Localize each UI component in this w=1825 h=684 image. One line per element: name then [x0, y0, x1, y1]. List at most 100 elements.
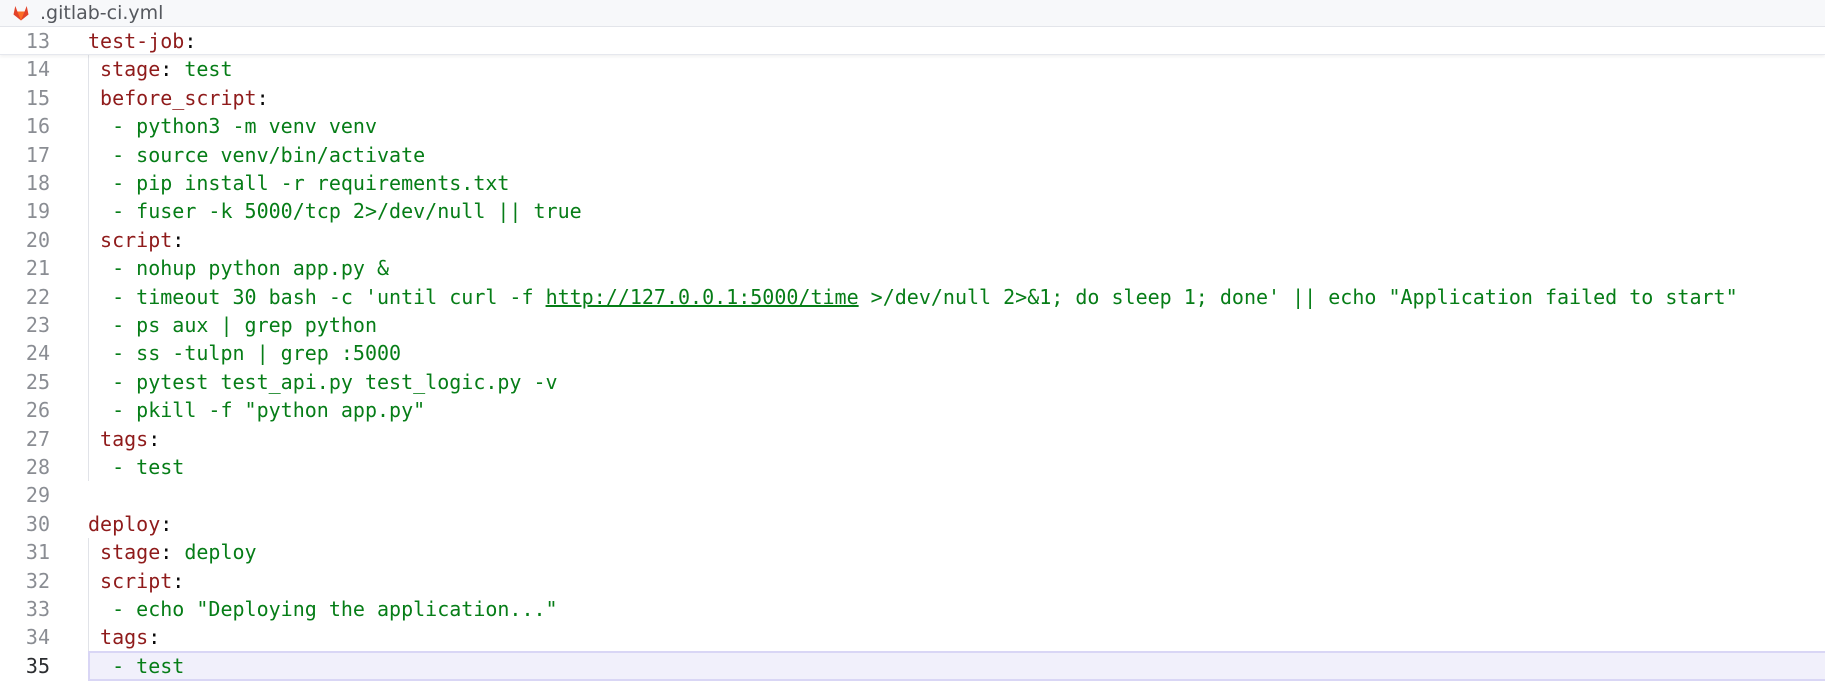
line-number: 35: [25, 653, 50, 678]
yaml-key: stage: [88, 57, 161, 82]
code-token: test: [184, 57, 233, 82]
line-number: 16: [25, 114, 50, 139]
line-content: - timeout 30 bash -c 'until curl -f http…: [88, 283, 1738, 311]
code-token: - fuser -k 5000/tcp 2>/dev/null || true: [88, 199, 582, 224]
line-number: 15: [25, 85, 50, 110]
yaml-key: tags: [88, 426, 149, 451]
code-line[interactable]: 35 - test: [0, 652, 1825, 680]
code-line[interactable]: 13 test-job:: [0, 27, 1825, 55]
code-token: :: [160, 511, 173, 536]
line-number: 30: [25, 511, 50, 536]
line-content: - fuser -k 5000/tcp 2>/dev/null || true: [88, 197, 582, 225]
line-content: - pytest test_api.py test_logic.py -v: [88, 368, 558, 396]
code-editor[interactable]: 13 test-job: 14 stage: test 15 before_scrip…: [0, 27, 1825, 684]
line-content: - ps aux | grep python: [88, 311, 377, 339]
line-content: script:: [88, 226, 184, 254]
line-content: tags:: [88, 425, 160, 453]
line-content: - source venv/bin/activate: [88, 141, 425, 169]
code-token: - test: [88, 455, 185, 479]
line-content: - echo "Deploying the application...": [88, 595, 558, 623]
code-token: :: [256, 85, 269, 110]
line-number: 17: [25, 142, 50, 167]
code-line[interactable]: 24 - ss -tulpn | grep :5000: [0, 339, 1825, 367]
line-number: 23: [25, 313, 50, 337]
code-token: - pip install -r requirements.txt: [88, 171, 510, 195]
code-line[interactable]: 32 script:: [0, 567, 1825, 595]
code-line[interactable]: 16 - python3 -m venv venv: [0, 112, 1825, 140]
file-tab-label: .gitlab-ci.yml: [40, 2, 164, 24]
code-line[interactable]: 17 - source venv/bin/activate: [0, 141, 1825, 169]
line-number: 26: [25, 398, 50, 423]
code-token: :: [148, 426, 161, 451]
file-tab[interactable]: .gitlab-ci.yml: [0, 0, 163, 27]
line-content: - pip install -r requirements.txt: [88, 169, 509, 197]
yaml-key: before_script: [88, 85, 257, 110]
code-token: - echo "Deploying the application...": [88, 597, 558, 621]
code-line[interactable]: 23 - ps aux | grep python: [0, 311, 1825, 339]
line-content: - nohup python app.py &: [88, 254, 389, 282]
code-line[interactable]: 28 - test: [0, 453, 1825, 481]
code-line[interactable]: 15 before_script:: [0, 84, 1825, 112]
gitlab-icon: [12, 4, 30, 22]
line-content: stage: test: [88, 55, 233, 83]
code-line[interactable]: 19 - fuser -k 5000/tcp 2>/dev/null || tr…: [0, 197, 1825, 225]
code-line[interactable]: 14 stage: test: [0, 55, 1825, 83]
code-line[interactable]: 33 - echo "Deploying the application...": [0, 595, 1825, 623]
yaml-key: test-job: [88, 29, 185, 53]
code-token: - source venv/bin/activate: [88, 142, 426, 167]
yaml-key: stage: [88, 540, 161, 565]
code-token: - ss -tulpn | grep :5000: [88, 341, 402, 366]
code-line[interactable]: 21 - nohup python app.py &: [0, 254, 1825, 282]
line-number: 28: [25, 455, 50, 479]
code-token: - test: [88, 653, 185, 678]
code-line[interactable]: 18 - pip install -r requirements.txt: [0, 169, 1825, 197]
line-number: 20: [25, 227, 50, 252]
code-line[interactable]: 34 tags:: [0, 623, 1825, 651]
line-number: 22: [25, 284, 50, 309]
line-number: 19: [25, 199, 50, 224]
code-line[interactable]: 25 - pytest test_api.py test_logic.py -v: [0, 368, 1825, 396]
yaml-key: script: [88, 568, 173, 593]
code-line[interactable]: 29: [0, 481, 1825, 509]
url-link[interactable]: http://127.0.0.1:5000/time: [546, 285, 859, 309]
code-token: - nohup python app.py &: [88, 256, 390, 281]
line-content: - pkill -f "python app.py": [88, 396, 425, 424]
code-line[interactable]: 22 - timeout 30 bash -c 'until curl -f h…: [0, 283, 1825, 311]
line-content: tags:: [88, 623, 160, 651]
line-number: 34: [25, 625, 50, 650]
line-number: 25: [25, 369, 50, 394]
code-line[interactable]: 26 - pkill -f "python app.py": [0, 396, 1825, 424]
code-line[interactable]: 31 stage: deploy: [0, 538, 1825, 566]
code-token: - ps aux | grep python: [88, 313, 377, 337]
code-token: :: [160, 540, 185, 565]
code-token: >/dev/null 2>&1; do sleep 1; done' || ec…: [858, 284, 1738, 309]
code-line[interactable]: 20 script:: [0, 226, 1825, 254]
code-line[interactable]: 27 tags:: [0, 425, 1825, 453]
line-content: - test: [88, 652, 184, 680]
code-token: - pytest test_api.py test_logic.py -v: [88, 369, 558, 394]
code-token: :: [148, 625, 161, 650]
line-number: 18: [25, 171, 50, 195]
yaml-key: tags: [88, 625, 149, 650]
line-content: script:: [88, 567, 184, 595]
line-number: 33: [25, 597, 50, 621]
line-number: 24: [25, 341, 50, 366]
line-content: - ss -tulpn | grep :5000: [88, 339, 401, 367]
code-token: - python3 -m venv venv: [88, 114, 377, 139]
line-number: 31: [25, 540, 50, 565]
yaml-key: deploy: [88, 511, 161, 536]
code-token: - timeout 30 bash -c 'until curl -f: [88, 284, 546, 309]
line-content: before_script:: [88, 84, 269, 112]
sticky-scroll-header[interactable]: 13 test-job:: [0, 27, 1825, 55]
code-line[interactable]: 30 deploy:: [0, 510, 1825, 538]
line-content: deploy:: [88, 510, 172, 538]
line-number: 27: [25, 426, 50, 451]
code-token: :: [160, 57, 185, 82]
yaml-key: script: [88, 227, 173, 252]
line-content: stage: deploy: [88, 538, 257, 566]
line-content: - test: [88, 453, 184, 481]
code-token: :: [172, 227, 185, 252]
line-number: 21: [25, 256, 50, 281]
line-number: 13: [25, 29, 50, 53]
code-token: deploy: [184, 540, 257, 565]
